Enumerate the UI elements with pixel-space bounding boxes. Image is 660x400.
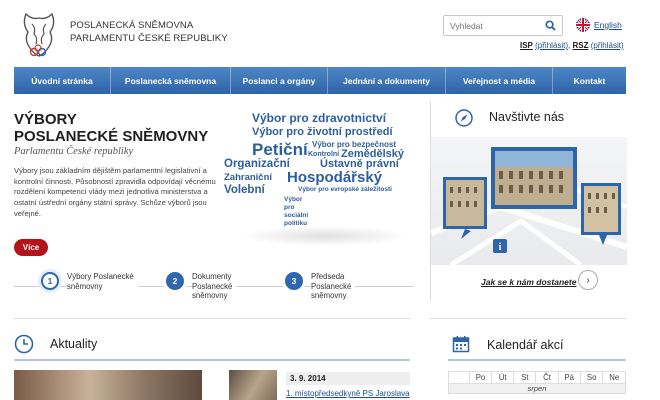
hero-steps: 1 Výbory Poslanecké sněmovny 2 Dokumenty… <box>14 266 414 306</box>
hero-title-line-1: VÝBORY <box>14 111 77 128</box>
section-divider <box>430 318 626 319</box>
nav-item-public[interactable]: Veřejnost a média <box>446 67 553 94</box>
calendar-icon <box>452 336 470 353</box>
login-separator: , <box>568 41 571 50</box>
committee-word-cloud: Výbor pro zdravotnictví Výbor pro životn… <box>220 108 420 248</box>
language-switch[interactable]: English <box>576 18 622 32</box>
search-input[interactable] <box>444 16 542 36</box>
cloud-word[interactable]: Výbor pro evropské záležitosti <box>298 186 392 194</box>
cloud-word[interactable]: Volební <box>224 184 265 197</box>
calendar-month-row: srpen <box>448 383 626 394</box>
step-number: 3 <box>285 272 303 290</box>
step-label-line: Poslanecké <box>192 281 233 291</box>
step-number: 1 <box>41 272 59 290</box>
step-label: Dokumenty Poslanecké sněmovny <box>192 272 237 301</box>
uk-flag-icon <box>576 18 590 32</box>
cloud-word[interactable]: Zahraniční <box>224 173 272 183</box>
weekday-mon: Po <box>468 371 493 384</box>
calendar-table: Po Út St Čt Pá So Ne srpen <box>448 371 626 394</box>
parliament-logo-icon[interactable] <box>16 10 62 58</box>
step-chairman[interactable]: 3 Předseda Poslanecké sněmovny <box>285 272 356 301</box>
weekday-wed: St <box>513 371 537 384</box>
rsz-link[interactable]: RSZ <box>573 41 589 50</box>
cloud-word[interactable]: Hospodářský <box>287 170 382 185</box>
isp-link[interactable]: ISP <box>520 41 533 50</box>
more-button[interactable]: Více <box>14 239 48 256</box>
main-nav: Úvodní stránka Poslanecká sněmovna Posla… <box>14 67 626 94</box>
cloud-word[interactable]: Kontrolní <box>308 151 339 158</box>
clock-icon <box>14 334 34 354</box>
search-box <box>443 15 563 36</box>
step-committees[interactable]: 1 Výbory Poslanecké sněmovny <box>41 272 138 291</box>
hero-subtitle: Parlamentu České republiky <box>14 146 134 157</box>
step-label-line: sněmovny <box>311 291 347 300</box>
cloud-word[interactable]: Organizační <box>224 158 290 171</box>
hero-title-line-2: POSLANECKÉ SNĚMOVNY <box>14 128 209 145</box>
weekday-tue: Út <box>491 371 515 384</box>
news-photo[interactable] <box>14 370 202 400</box>
calendar-weekdays: Po Út St Čt Pá So Ne <box>448 371 626 384</box>
visit-title: Navštivte nás <box>489 110 565 124</box>
step-label: Výbory Poslanecké sněmovny <box>67 272 138 291</box>
step-label-line: Předseda <box>311 272 345 281</box>
calendar-title: Kalendář akcí <box>487 338 564 352</box>
news-link[interactable]: 1. místopředsedkyně PS Jaroslava <box>286 389 410 398</box>
brand-line-2: PARLAMENTU ČESKÉ REPUBLIKY <box>70 33 228 44</box>
nav-item-chamber[interactable]: Poslanecká sněmovna <box>111 67 231 94</box>
step-label-line: Výbory Poslanecké <box>67 272 134 281</box>
step-label: Předseda Poslanecké sněmovny <box>311 272 356 301</box>
news-photo-thumb[interactable] <box>229 370 277 400</box>
cloud-word[interactable]: Výbor pro sociální politiku <box>284 196 310 228</box>
directions-arrow-button[interactable]: › <box>578 270 598 290</box>
news-title: Aktuality <box>50 337 98 351</box>
svg-text:i: i <box>499 242 502 253</box>
section-divider <box>14 318 410 319</box>
step-label-line: Poslanecké <box>311 281 352 291</box>
weekday-sat: So <box>579 371 604 384</box>
step-label-line: Dokumenty <box>192 272 232 281</box>
cloud-word[interactable]: Výbor pro zdravotnictví <box>252 112 386 124</box>
visit-map[interactable]: i <box>429 137 628 268</box>
hero-description: Výbory jsou základním dějištěm parlament… <box>14 166 216 218</box>
map-illustration: i <box>429 147 628 268</box>
directions-link[interactable]: Jak se k nám dostanete <box>481 277 576 287</box>
nav-item-contact[interactable]: Kontakt <box>553 67 626 94</box>
weekday-thu: Čt <box>535 371 559 384</box>
isp-login-link[interactable]: (přihlásit) <box>535 41 568 50</box>
weekday-fri: Pá <box>557 371 581 384</box>
calendar-month: srpen <box>448 383 626 394</box>
brand-line-1: POSLANECKÁ SNĚMOVNA <box>70 20 194 31</box>
english-link[interactable]: English <box>594 20 622 30</box>
compass-icon <box>455 109 473 127</box>
hero-title: VÝBORY POSLANECKÉ SNĚMOVNY <box>14 111 208 145</box>
news-date: 3. 9. 2014 <box>286 372 410 385</box>
weekday-sun: Ne <box>602 371 626 384</box>
step-number: 2 <box>166 272 184 290</box>
news-underline <box>14 359 410 361</box>
calendar-underline <box>448 359 626 361</box>
step-documents[interactable]: 2 Dokumenty Poslanecké sněmovny <box>166 272 237 301</box>
calendar-blank-cell <box>448 371 470 384</box>
brand-name[interactable]: POSLANECKÁ SNĚMOVNA PARLAMENTU ČESKÉ REP… <box>70 19 228 45</box>
visit-panel: Navštivte nás i Jak se k nám dostanete › <box>429 101 628 301</box>
nav-item-sessions[interactable]: Jednání a dokumenty <box>328 67 446 94</box>
nav-item-home[interactable]: Úvodní stránka <box>14 67 111 94</box>
page: POSLANECKÁ SNĚMOVNA PARLAMENTU ČESKÉ REP… <box>0 0 660 400</box>
cloud-word[interactable]: Petiční <box>252 141 308 158</box>
login-links: ISP (přihlásit), RSZ (přihlásit) <box>520 41 624 50</box>
search-icon[interactable] <box>545 20 556 31</box>
rsz-login-link[interactable]: (přihlásit) <box>591 41 624 50</box>
step-label-line: sněmovny <box>67 281 103 291</box>
nav-item-deputies[interactable]: Poslanci a orgány <box>231 67 328 94</box>
step-label-line: sněmovny <box>192 291 228 300</box>
cloud-word[interactable]: Výbor pro životní prostředí <box>252 127 393 138</box>
